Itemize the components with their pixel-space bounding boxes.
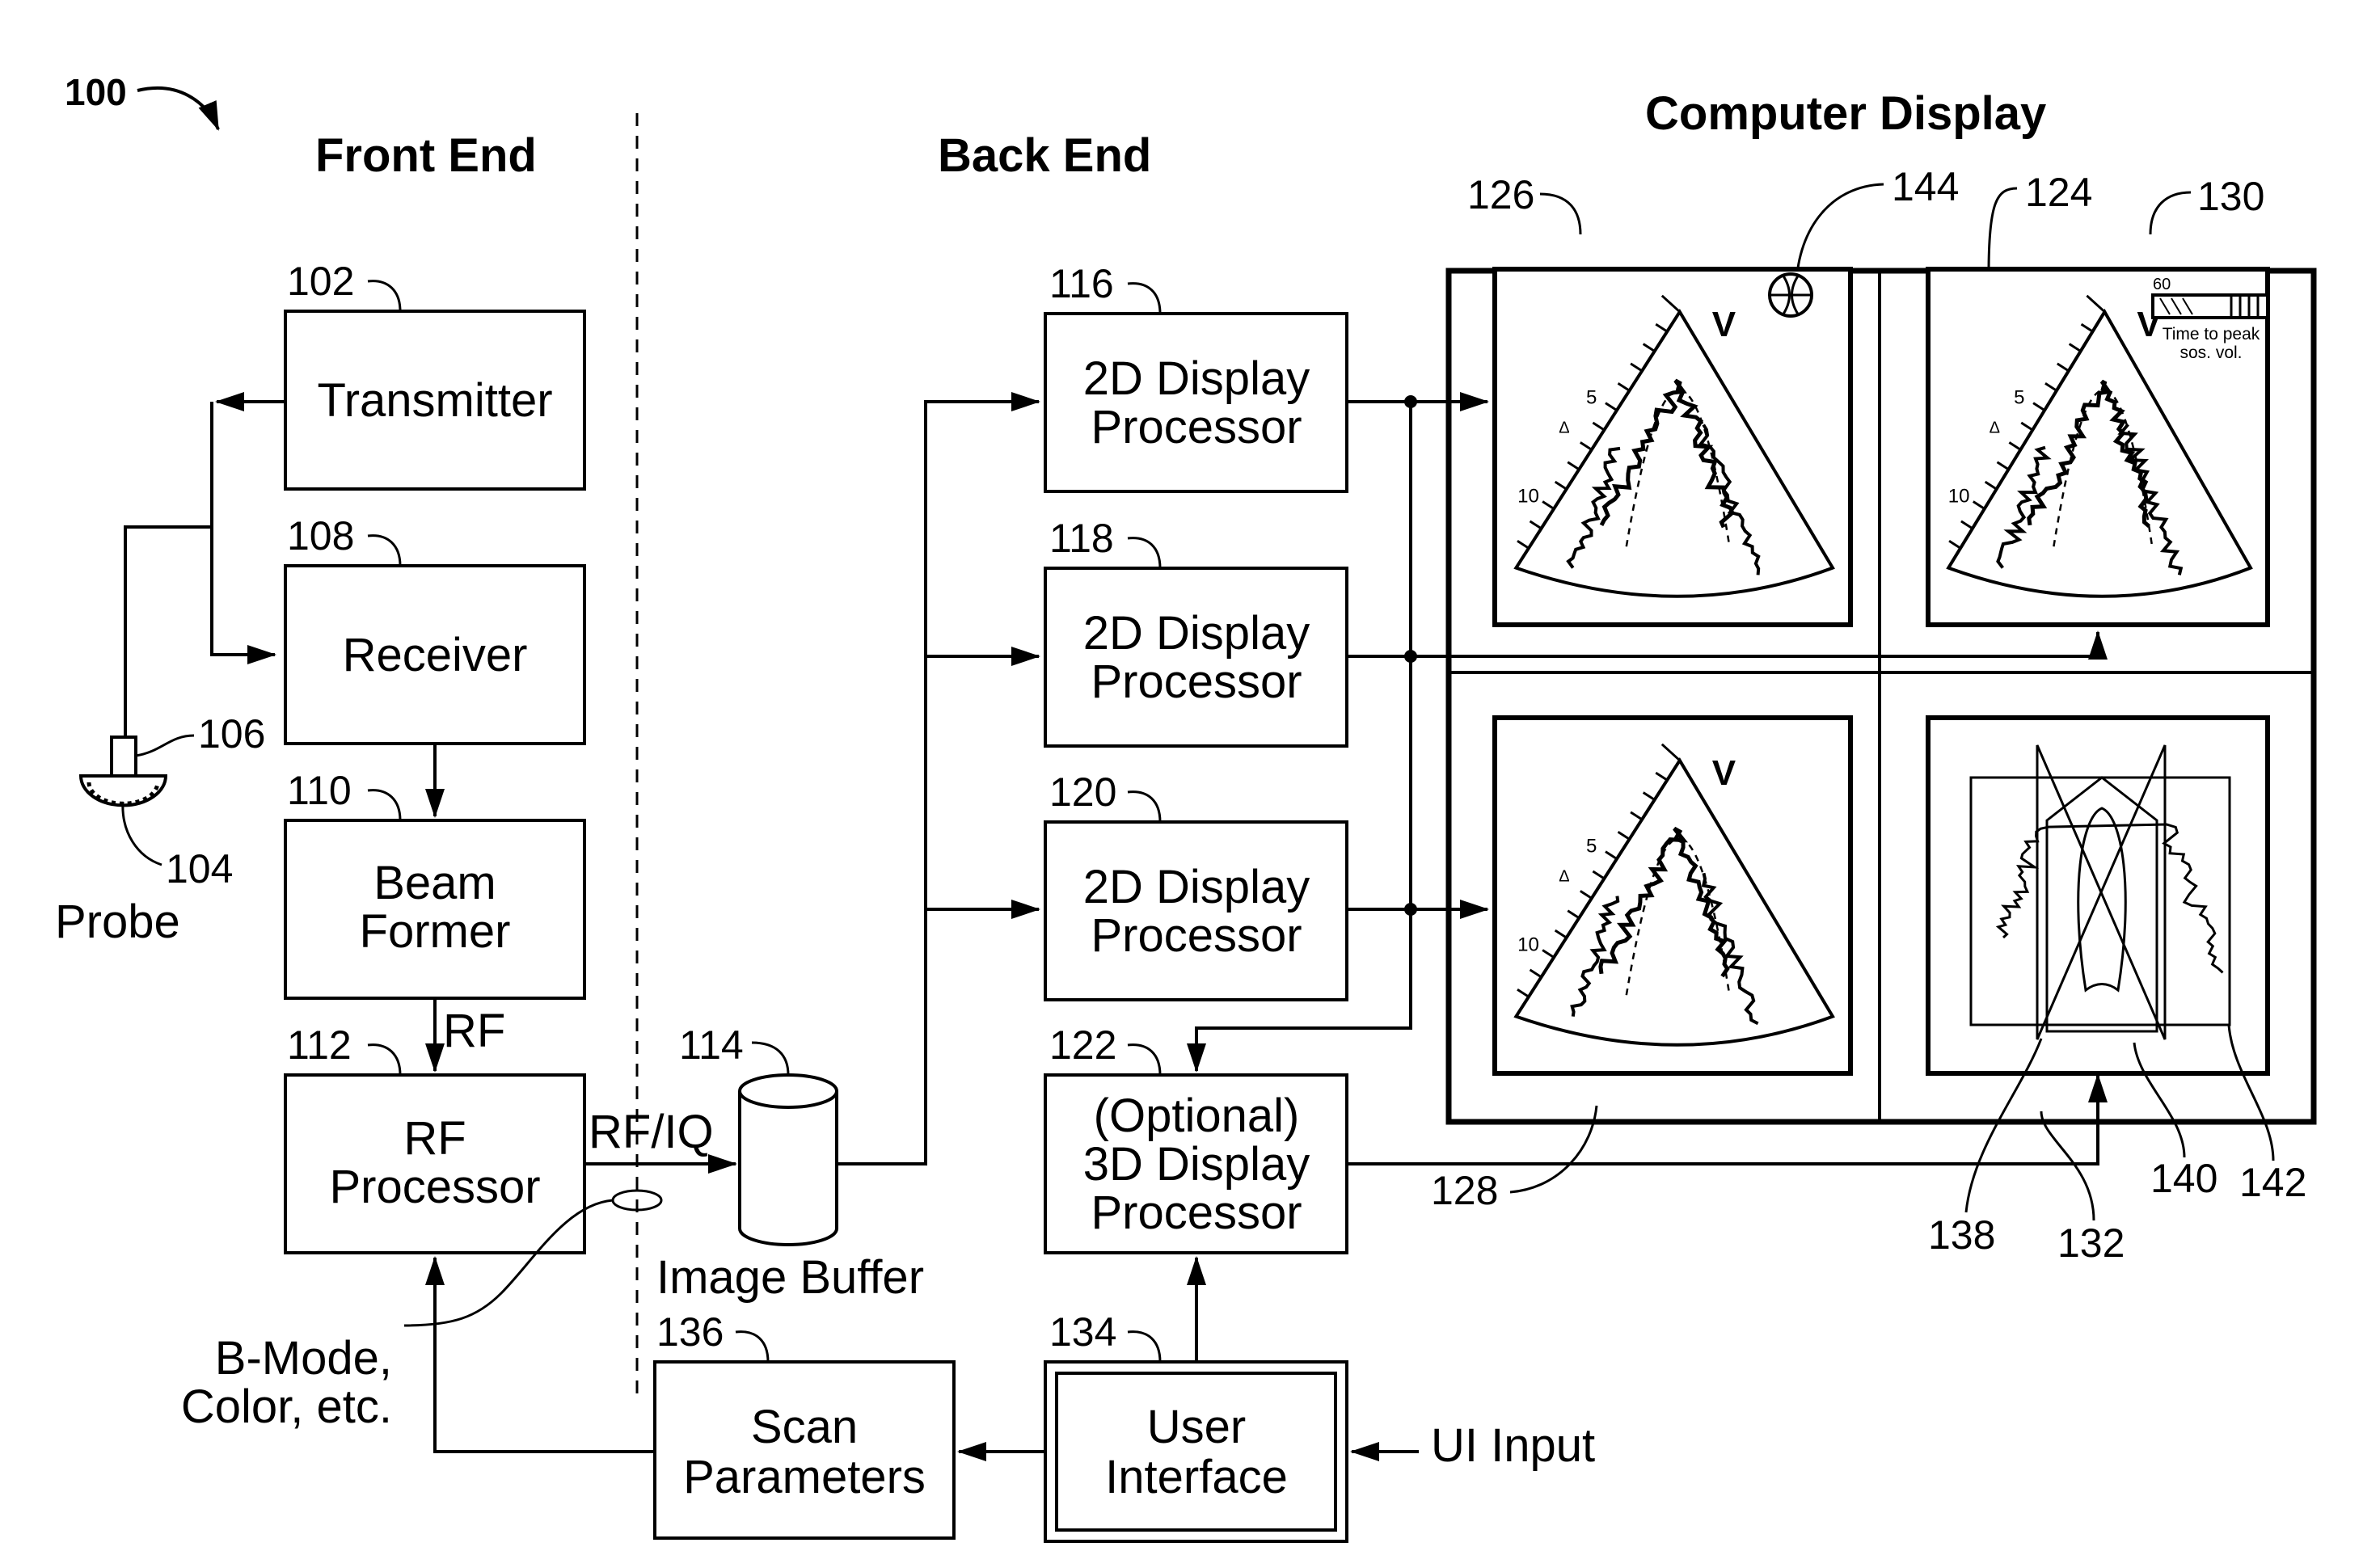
view-126-depth-10: 10 — [1517, 485, 1539, 507]
ref-138: 138 — [1928, 1212, 1995, 1258]
view-130-depth-10: 10 — [1948, 485, 1970, 507]
ref-140: 140 — [2150, 1156, 2217, 1201]
ref-132: 132 — [2057, 1220, 2125, 1266]
view-128-depth-5: 5 — [1586, 836, 1597, 858]
view-126-marker: Δ — [1559, 419, 1569, 436]
view-130-depth-5: 5 — [2014, 387, 2024, 409]
display-views: V510ΔV510ΔV510Δ60Time to peaksos. vol.12… — [1431, 267, 2306, 1266]
legend-caption-2: sos. vol. — [2179, 344, 2242, 362]
legend-value: 60 — [2153, 276, 2171, 293]
view-126-view-label: V — [1712, 305, 1736, 344]
ref-142: 142 — [2239, 1160, 2306, 1205]
view-128-marker: Δ — [1559, 867, 1569, 885]
view-126-depth-5: 5 — [1586, 387, 1597, 409]
view-130-marker: Δ — [1990, 419, 2000, 436]
ref-128: 128 — [1431, 1168, 1498, 1213]
view-132-frame — [1926, 715, 2270, 1076]
ref-132-leader — [2040, 1111, 2095, 1221]
legend-caption-1: Time to peak — [2163, 325, 2260, 344]
view-128-view-label: V — [1712, 753, 1736, 793]
view-128-depth-10: 10 — [1517, 934, 1539, 955]
block-diagram: 100 Front End Back End Computer Display … — [0, 0, 2363, 1568]
ref-128-leader — [1509, 1105, 1598, 1194]
